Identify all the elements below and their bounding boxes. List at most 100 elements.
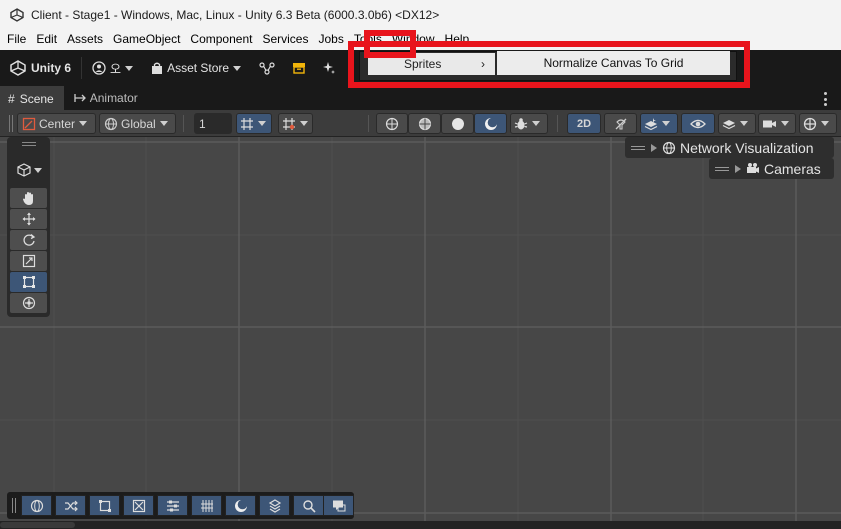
shopping-bag-icon bbox=[151, 62, 163, 75]
network-visualization-overlay[interactable]: Network Visualization bbox=[625, 137, 834, 158]
asset-store-button[interactable]: Asset Store bbox=[151, 56, 242, 80]
overlay-grip-icon[interactable] bbox=[12, 498, 16, 513]
unlit-shading-button[interactable] bbox=[441, 113, 474, 134]
menu-services[interactable]: Services bbox=[257, 29, 313, 50]
collider-overlay-toggle[interactable] bbox=[123, 495, 154, 516]
gizmos-dropdown[interactable] bbox=[799, 113, 837, 134]
scene-visibility-toggle[interactable] bbox=[681, 113, 715, 134]
toolbar-divider bbox=[183, 115, 184, 132]
2d-mode-label: 2D bbox=[576, 117, 592, 130]
pivot-mode-label: Center bbox=[39, 116, 76, 131]
wireframe-shading-button[interactable] bbox=[376, 113, 408, 134]
cameras-label: Cameras bbox=[764, 160, 821, 177]
palette-grip-icon[interactable] bbox=[22, 142, 36, 146]
expand-arrow-icon[interactable] bbox=[651, 143, 657, 152]
more-options-icon[interactable] bbox=[822, 92, 828, 106]
sliders-icon bbox=[166, 499, 180, 513]
cameras-overlay[interactable]: Cameras bbox=[709, 158, 834, 179]
globe-icon bbox=[104, 117, 118, 131]
menu-component[interactable]: Component bbox=[185, 29, 257, 50]
transform-icon bbox=[22, 296, 36, 310]
overlay-grip-icon bbox=[715, 166, 729, 171]
scene-grid bbox=[0, 137, 841, 521]
move-tool-button[interactable] bbox=[10, 209, 47, 229]
package-button[interactable] bbox=[292, 56, 306, 80]
version-control-button[interactable] bbox=[259, 56, 275, 80]
menu-file[interactable]: File bbox=[0, 29, 31, 50]
grid-overlay-toggle[interactable] bbox=[191, 495, 222, 516]
shaded-wireframe-button[interactable] bbox=[408, 113, 441, 134]
tab-animator[interactable]: Animator bbox=[66, 86, 148, 110]
lighting-toggle[interactable] bbox=[604, 113, 637, 134]
snap-grid-icon bbox=[282, 117, 296, 131]
layers-dropdown[interactable] bbox=[718, 113, 756, 134]
rect-tool-button[interactable] bbox=[10, 272, 47, 292]
grid-hash-icon: # bbox=[8, 92, 15, 106]
menu-assets[interactable]: Assets bbox=[62, 29, 108, 50]
wireframe-sphere-icon bbox=[385, 117, 399, 131]
grid-snap-icon bbox=[240, 117, 254, 131]
shaded-wireframe-icon bbox=[418, 117, 432, 131]
search-icon bbox=[302, 499, 316, 513]
overlay-toolbar bbox=[7, 492, 354, 519]
grid-snap-increment-input[interactable]: 1 bbox=[194, 113, 232, 134]
unity-cube-icon bbox=[10, 60, 26, 76]
bounds-overlay-toggle[interactable] bbox=[89, 495, 120, 516]
chat-overlay-toggle[interactable] bbox=[323, 495, 354, 516]
toolbar-grip-icon[interactable] bbox=[9, 115, 13, 132]
chevron-down-icon bbox=[233, 65, 242, 71]
scale-icon bbox=[22, 254, 36, 268]
chat-bubble-icon bbox=[332, 499, 346, 513]
scale-tool-button[interactable] bbox=[10, 251, 47, 271]
chevron-down-icon bbox=[662, 121, 670, 126]
grid-snap-toggle[interactable] bbox=[236, 113, 272, 134]
transform-tool-button[interactable] bbox=[10, 293, 47, 313]
chevron-down-icon bbox=[159, 121, 168, 126]
ai-assistant-button[interactable] bbox=[322, 56, 336, 80]
network-globe-icon bbox=[30, 499, 44, 513]
lighting-overlay-toggle[interactable] bbox=[225, 495, 256, 516]
hatch-grid-icon bbox=[200, 499, 214, 513]
scene-effects-dropdown[interactable] bbox=[640, 113, 678, 134]
settings-overlay-toggle[interactable] bbox=[157, 495, 188, 516]
menu-edit[interactable]: Edit bbox=[31, 29, 62, 50]
account-dropdown[interactable]: 오 bbox=[92, 56, 134, 80]
chevron-down-icon bbox=[125, 65, 134, 71]
scrollbar-thumb[interactable] bbox=[0, 522, 75, 528]
animator-icon bbox=[74, 93, 86, 103]
snap-value: 1 bbox=[199, 116, 206, 131]
scene-viewport[interactable] bbox=[0, 137, 841, 521]
menu-gameobject[interactable]: GameObject bbox=[108, 29, 185, 50]
tab-scene-label: Scene bbox=[19, 92, 54, 106]
tab-scene[interactable]: # Scene bbox=[0, 86, 64, 110]
chevron-down-icon bbox=[300, 121, 308, 126]
shaded-mode-button[interactable] bbox=[474, 113, 507, 134]
move-arrows-icon bbox=[22, 212, 36, 226]
scene-camera-dropdown[interactable] bbox=[758, 113, 796, 134]
overlay-grip-icon bbox=[631, 145, 645, 150]
pivot-mode-dropdown[interactable]: Center bbox=[17, 113, 96, 134]
hand-tool-button[interactable] bbox=[10, 188, 47, 208]
network-overlay-toggle[interactable] bbox=[21, 495, 52, 516]
expand-arrow-icon[interactable] bbox=[735, 164, 741, 173]
bug-icon bbox=[514, 117, 528, 131]
search-overlay-toggle[interactable] bbox=[293, 495, 324, 516]
window-title: Client - Stage1 - Windows, Mac, Linux - … bbox=[31, 7, 440, 22]
menu-jobs[interactable]: Jobs bbox=[313, 29, 348, 50]
highlight-normalize-option bbox=[348, 41, 750, 88]
toolbar-divider bbox=[557, 115, 558, 132]
view-mode-dropdown[interactable] bbox=[12, 161, 46, 179]
layers-overlay-toggle[interactable] bbox=[259, 495, 290, 516]
lit-sphere-icon bbox=[484, 117, 498, 131]
debug-draw-mode-dropdown[interactable] bbox=[510, 113, 548, 134]
network-icon bbox=[662, 141, 676, 155]
space-mode-dropdown[interactable]: Global bbox=[99, 113, 176, 134]
2d-mode-toggle[interactable]: 2D bbox=[567, 113, 601, 134]
bounds-icon bbox=[98, 499, 112, 513]
rotate-tool-button[interactable] bbox=[10, 230, 47, 250]
snap-settings-dropdown[interactable] bbox=[278, 113, 313, 134]
pivot-center-icon bbox=[22, 117, 36, 131]
unity-account-button[interactable]: Unity 6 bbox=[10, 56, 71, 80]
shuffle-overlay-toggle[interactable] bbox=[55, 495, 86, 516]
bottom-scrollbar[interactable] bbox=[0, 521, 841, 529]
